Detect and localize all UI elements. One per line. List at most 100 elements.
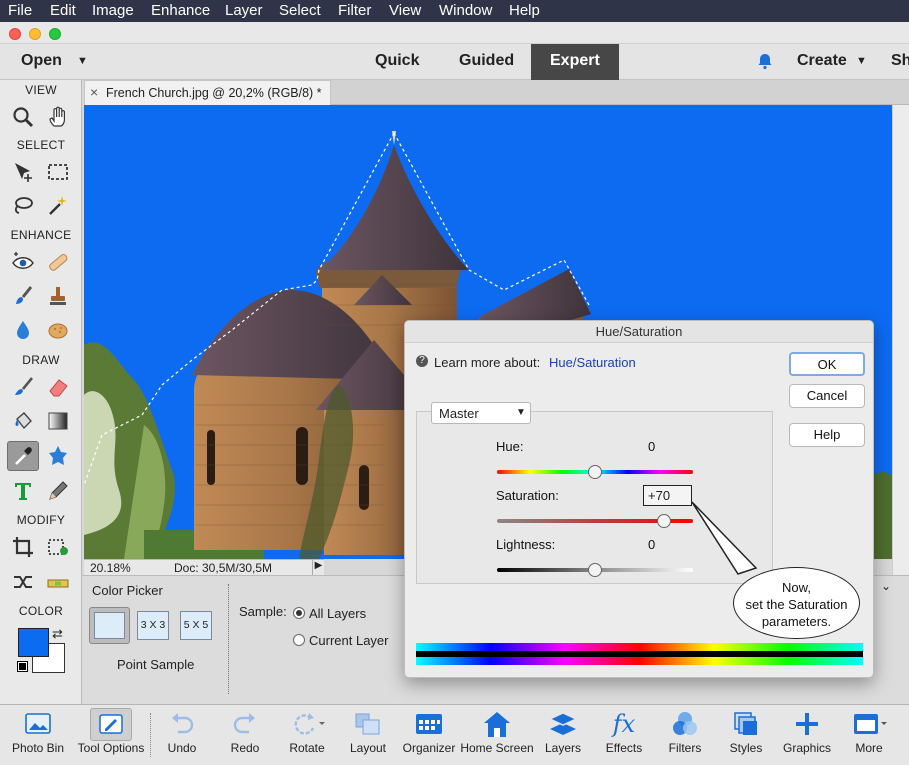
- pencil-tool[interactable]: [42, 476, 74, 506]
- home-screen-button[interactable]: Home Screen: [460, 707, 534, 765]
- magic-wand-tool[interactable]: [42, 191, 74, 221]
- lasso-tool[interactable]: [7, 191, 39, 221]
- styles-button[interactable]: Styles: [715, 707, 777, 765]
- layout-button[interactable]: Layout: [337, 707, 399, 765]
- open-button[interactable]: Open: [21, 52, 62, 70]
- open-dropdown-icon[interactable]: ▼: [77, 55, 88, 67]
- effects-button[interactable]: fx Effects: [593, 707, 655, 765]
- move-tool[interactable]: [7, 157, 39, 187]
- blur-tool[interactable]: [7, 315, 39, 345]
- magic-wand-icon: [49, 196, 67, 215]
- minimize-window-button[interactable]: [29, 28, 41, 40]
- eraser-icon: [49, 379, 68, 397]
- channel-select[interactable]: Master ▼: [431, 402, 531, 424]
- hue-slider-knob[interactable]: [588, 465, 602, 479]
- point-sample-button[interactable]: [89, 607, 130, 644]
- gradient-tool[interactable]: [42, 406, 74, 436]
- layers-button[interactable]: Layers: [532, 707, 594, 765]
- close-window-button[interactable]: [9, 28, 21, 40]
- instruction-callout: Now, set the Saturation parameters.: [733, 567, 860, 639]
- sample-3x3-button[interactable]: 3 X 3: [137, 611, 169, 640]
- undo-icon: [172, 713, 194, 734]
- healing-brush-tool[interactable]: [42, 247, 74, 277]
- content-aware-move-tool[interactable]: [7, 567, 39, 597]
- menu-filter[interactable]: Filter: [338, 2, 371, 19]
- organizer-icon: [416, 714, 442, 734]
- organizer-button[interactable]: Organizer: [398, 707, 460, 765]
- current-layer-radio[interactable]: [293, 634, 305, 646]
- rotate-button[interactable]: Rotate: [276, 707, 338, 765]
- menu-enhance[interactable]: Enhance: [151, 2, 210, 19]
- lightness-slider-track[interactable]: [497, 563, 693, 577]
- brush-tool[interactable]: [7, 372, 39, 402]
- redo-button[interactable]: Redo: [214, 707, 276, 765]
- menu-window[interactable]: Window: [439, 2, 492, 19]
- undo-button[interactable]: Undo: [151, 707, 213, 765]
- saturation-slider-knob[interactable]: [656, 514, 671, 528]
- ok-button[interactable]: OK: [789, 352, 865, 376]
- status-menu-arrow-icon[interactable]: ▶: [312, 560, 324, 575]
- section-modify-label: MODIFY: [16, 513, 66, 527]
- menu-edit[interactable]: Edit: [50, 2, 76, 19]
- graphics-button[interactable]: Graphics: [776, 707, 838, 765]
- bottom-taskbar: Photo Bin Tool Options Undo Redo Rotate …: [0, 704, 909, 765]
- eyedropper-tool[interactable]: [7, 441, 39, 471]
- options-collapse-chevron-icon[interactable]: ⌄: [881, 579, 891, 593]
- straighten-tool[interactable]: [42, 567, 74, 597]
- document-tab-title: French Church.jpg @ 20,2% (RGB/8) *: [106, 86, 322, 100]
- cancel-button[interactable]: Cancel: [789, 384, 865, 408]
- eraser-tool[interactable]: [42, 372, 74, 402]
- tab-expert[interactable]: Expert: [550, 52, 600, 70]
- create-button[interactable]: Create: [797, 52, 847, 70]
- foreground-color-swatch[interactable]: [18, 628, 49, 657]
- menu-view[interactable]: View: [389, 2, 421, 19]
- zoom-tool[interactable]: [7, 102, 39, 132]
- menu-image[interactable]: Image: [92, 2, 134, 19]
- recompose-tool[interactable]: [42, 532, 74, 562]
- default-colors-icon[interactable]: [17, 661, 28, 672]
- create-dropdown-icon[interactable]: ▼: [856, 55, 867, 67]
- redo-icon: [233, 713, 255, 734]
- all-layers-radio[interactable]: [293, 607, 305, 619]
- bell-icon[interactable]: [756, 52, 774, 73]
- paint-bucket-tool[interactable]: [7, 406, 39, 436]
- swap-colors-icon[interactable]: ⇄: [52, 626, 63, 642]
- all-layers-label: All Layers: [309, 606, 367, 621]
- tool-options-button[interactable]: Tool Options: [74, 707, 148, 765]
- hue-label: Hue:: [496, 439, 524, 454]
- learn-more-link[interactable]: Hue/Saturation: [549, 355, 636, 370]
- more-button[interactable]: More: [838, 707, 900, 765]
- help-button[interactable]: Help: [789, 423, 865, 447]
- filters-button[interactable]: Filters: [654, 707, 716, 765]
- red-eye-tool[interactable]: [7, 247, 39, 277]
- document-tab[interactable]: × French Church.jpg @ 20,2% (RGB/8) *: [84, 80, 331, 105]
- hand-tool[interactable]: [42, 102, 74, 132]
- crop-tool[interactable]: [7, 532, 39, 562]
- tool-name: Color Picker: [92, 583, 163, 598]
- saturation-slider-track[interactable]: [497, 514, 693, 528]
- sample-5x5-button[interactable]: 5 X 5: [180, 611, 212, 640]
- marquee-tool[interactable]: [42, 157, 74, 187]
- tab-quick[interactable]: Quick: [375, 52, 419, 70]
- more-panel-icon: [854, 714, 887, 734]
- menu-layer[interactable]: Layer: [225, 2, 263, 19]
- canvas-vertical-scrollbar[interactable]: [892, 105, 909, 575]
- sponge-tool[interactable]: [42, 315, 74, 345]
- color-range-bars: [416, 643, 863, 665]
- type-tool[interactable]: [7, 476, 39, 506]
- clone-stamp-tool[interactable]: [42, 281, 74, 311]
- custom-shape-tool[interactable]: [42, 441, 74, 471]
- filters-icon: [673, 712, 697, 735]
- menu-select[interactable]: Select: [279, 2, 321, 19]
- lightness-slider-knob[interactable]: [588, 563, 602, 577]
- close-tab-icon[interactable]: ×: [90, 84, 98, 100]
- smart-brush-tool[interactable]: [7, 281, 39, 311]
- hue-slider-track[interactable]: [497, 465, 693, 479]
- tab-guided[interactable]: Guided: [459, 52, 514, 70]
- menu-file[interactable]: File: [8, 2, 32, 19]
- menu-help[interactable]: Help: [509, 2, 540, 19]
- zoom-window-button[interactable]: [49, 28, 61, 40]
- photo-bin-button[interactable]: Photo Bin: [7, 707, 69, 765]
- share-button[interactable]: Sh: [891, 52, 909, 70]
- channel-select-value: Master: [439, 406, 479, 421]
